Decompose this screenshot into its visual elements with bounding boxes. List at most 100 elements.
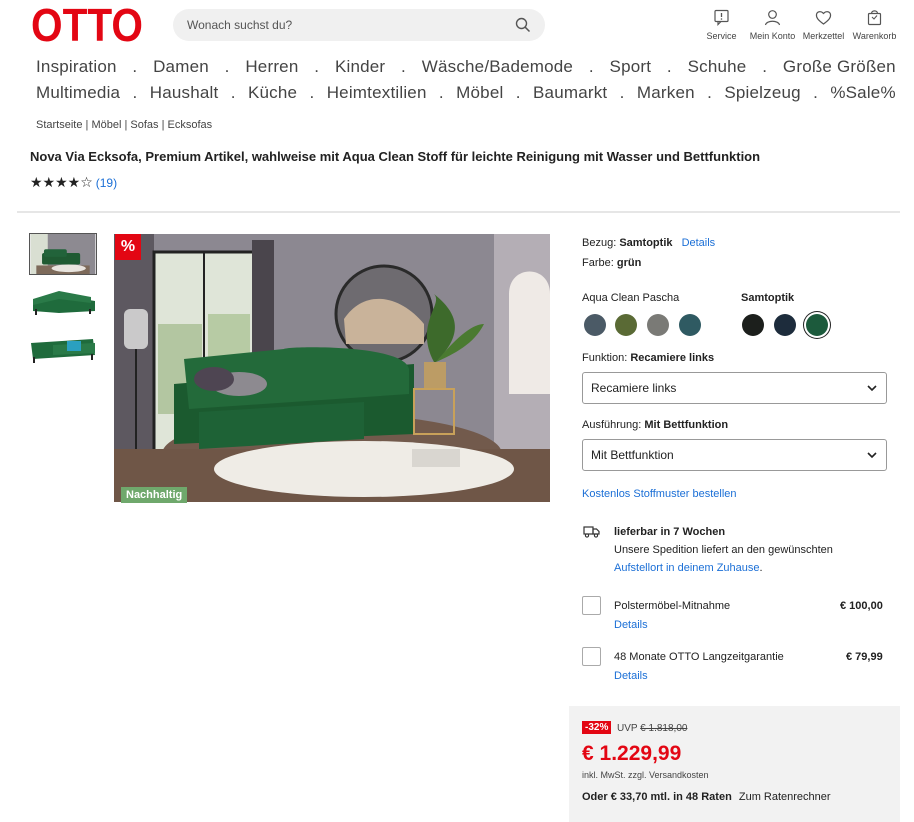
breadcrumb-moebel[interactable]: Möbel bbox=[91, 119, 121, 131]
nav-item-große-größen[interactable]: Große Größen bbox=[783, 57, 896, 77]
funktion-select-value: Recamiere links bbox=[591, 381, 677, 395]
nav-item-multimedia[interactable]: Multimedia bbox=[36, 83, 120, 103]
cart-button[interactable]: Warenkorb bbox=[849, 9, 900, 41]
nav-item-haushalt[interactable]: Haushalt bbox=[150, 83, 219, 103]
uvp-label: UVP bbox=[617, 723, 638, 734]
wishlist-button[interactable]: Merkzettel bbox=[798, 9, 849, 41]
nav-item-küche[interactable]: Küche bbox=[248, 83, 297, 103]
product-main-image[interactable] bbox=[114, 234, 550, 502]
nav-item-damen[interactable]: Damen bbox=[153, 57, 209, 77]
nav-item-inspiration[interactable]: Inspiration bbox=[36, 57, 117, 77]
thumbnail-2-image bbox=[29, 279, 97, 321]
farbe-value: grün bbox=[616, 257, 642, 269]
thumbnail-3[interactable] bbox=[29, 325, 97, 367]
thumbnail-3-image bbox=[29, 325, 97, 367]
service-price-garantie: € 79,99 bbox=[846, 651, 883, 663]
nav-separator: . bbox=[309, 83, 315, 102]
nav-item-sport[interactable]: Sport bbox=[610, 57, 652, 77]
nav-item-kinder[interactable]: Kinder bbox=[335, 57, 385, 77]
stoffmuster-link[interactable]: Kostenlos Stoffmuster bestellen bbox=[582, 488, 737, 500]
nav-separator: . bbox=[588, 57, 594, 76]
service-checkbox-mitnahme[interactable] bbox=[582, 596, 601, 615]
service-icon bbox=[714, 9, 729, 26]
aufstellort-link[interactable]: Aufstellort in deinem Zuhause bbox=[614, 562, 760, 574]
service-button[interactable]: Service bbox=[696, 9, 747, 41]
funktion-label: Funktion: bbox=[582, 352, 628, 364]
swatch-aqua-2[interactable] bbox=[615, 314, 637, 336]
installment-text: Oder € 33,70 mtl. in 48 Raten bbox=[582, 791, 732, 803]
funktion-select[interactable]: Recamiere links bbox=[582, 372, 887, 404]
account-icon bbox=[764, 10, 781, 26]
service-label-garantie: 48 Monate OTTO Langzeitgarantie bbox=[614, 651, 784, 663]
nav-item-sale[interactable]: %Sale% bbox=[830, 83, 895, 103]
swatch-samt-3-selected[interactable] bbox=[806, 314, 828, 336]
swatch-aqua-3[interactable] bbox=[647, 314, 669, 336]
swatch-samt-2[interactable] bbox=[774, 314, 796, 336]
service-details-mitnahme[interactable]: Details bbox=[614, 619, 648, 631]
discount-badge: % bbox=[115, 234, 141, 260]
farbe-label: Farbe: bbox=[582, 257, 614, 269]
cart-icon bbox=[867, 10, 882, 26]
nav-separator: . bbox=[666, 57, 672, 76]
header-divider bbox=[17, 211, 900, 213]
nav-item-spielzeug[interactable]: Spielzeug bbox=[724, 83, 800, 103]
ausfuehrung-select[interactable]: Mit Bettfunktion bbox=[582, 439, 887, 471]
delivery-line-1: Unsere Spedition liefert an den gewünsch… bbox=[614, 544, 833, 556]
otto-logo[interactable]: OTTO bbox=[31, 5, 143, 45]
nav-item-heimtextilien[interactable]: Heimtextilien bbox=[327, 83, 427, 103]
ratenrechner-link[interactable]: Zum Ratenrechner bbox=[739, 791, 831, 803]
search-input[interactable] bbox=[187, 18, 515, 32]
account-button[interactable]: Mein Konto bbox=[747, 9, 798, 41]
nav-item-schuhe[interactable]: Schuhe bbox=[688, 57, 747, 77]
service-price-mitnahme: € 100,00 bbox=[840, 600, 883, 612]
sustainable-badge: Nachhaltig bbox=[121, 487, 188, 503]
current-price: € 1.229,99 bbox=[582, 742, 682, 765]
breadcrumb-ecksofas[interactable]: Ecksofas bbox=[168, 119, 213, 131]
nav-item-möbel[interactable]: Möbel bbox=[456, 83, 503, 103]
delivery-line-2-end: . bbox=[759, 562, 763, 574]
nav-item-herren[interactable]: Herren bbox=[245, 57, 298, 77]
ausfuehrung-select-value: Mit Bettfunktion bbox=[591, 448, 674, 462]
bezug-value: Samtoptik bbox=[619, 237, 673, 249]
breadcrumb-sofas[interactable]: Sofas bbox=[130, 119, 158, 131]
uvp-value: € 1.818,00 bbox=[640, 723, 688, 734]
nav-item-baumarkt[interactable]: Baumarkt bbox=[533, 83, 607, 103]
thumbnail-1-image bbox=[30, 234, 96, 274]
service-details-garantie[interactable]: Details bbox=[614, 670, 648, 682]
farbe-info: Farbe: grün bbox=[582, 257, 641, 269]
nav-item-wäsche-bademode[interactable]: Wäsche/Bademode bbox=[422, 57, 573, 77]
review-count-link[interactable]: (19) bbox=[96, 176, 117, 190]
swatch-aqua-4[interactable] bbox=[679, 314, 701, 336]
thumbnail-2[interactable] bbox=[29, 279, 97, 321]
nav-separator: . bbox=[619, 83, 625, 102]
cart-label: Warenkorb bbox=[852, 31, 897, 41]
installment-info: Oder € 33,70 mtl. in 48 Raten Zum Ratenr… bbox=[582, 791, 831, 803]
nav-separator: . bbox=[401, 57, 406, 76]
nav-separator: . bbox=[224, 57, 230, 76]
category-nav-row-2: Multimedia. Haushalt. Küche. Heimtextilien.… bbox=[36, 83, 896, 103]
ausfuehrung-label: Ausführung: bbox=[582, 419, 642, 431]
nav-separator: . bbox=[707, 83, 713, 102]
nav-item-marken[interactable]: Marken bbox=[637, 83, 695, 103]
bezug-details-link[interactable]: Details bbox=[682, 237, 716, 249]
service-checkbox-garantie[interactable] bbox=[582, 647, 601, 666]
nav-separator: . bbox=[230, 83, 236, 102]
swatch-aqua-1[interactable] bbox=[584, 314, 606, 336]
search-bar[interactable] bbox=[173, 9, 545, 41]
swatch-group-2-label: Samtoptik bbox=[741, 292, 795, 304]
funktion-value: Recamiere links bbox=[630, 352, 715, 364]
thumbnail-1[interactable] bbox=[29, 233, 97, 275]
nav-separator: . bbox=[762, 57, 768, 76]
swatch-samt-1[interactable] bbox=[742, 314, 764, 336]
delivery-title: lieferbar in 7 Wochen bbox=[614, 526, 726, 538]
ausfuehrung-value: Mit Bettfunktion bbox=[644, 419, 729, 431]
nav-separator: . bbox=[813, 83, 819, 102]
funktion-info: Funktion: Recamiere links bbox=[582, 352, 714, 364]
logo-text: OTTO bbox=[31, 5, 143, 45]
nav-separator: . bbox=[314, 57, 320, 76]
uvp-price: UVP € 1.818,00 bbox=[617, 723, 687, 734]
nav-separator: . bbox=[132, 57, 138, 76]
search-icon[interactable] bbox=[515, 17, 531, 33]
breadcrumb-startseite[interactable]: Startseite bbox=[36, 119, 82, 131]
wishlist-label: Merkzettel bbox=[802, 31, 845, 41]
